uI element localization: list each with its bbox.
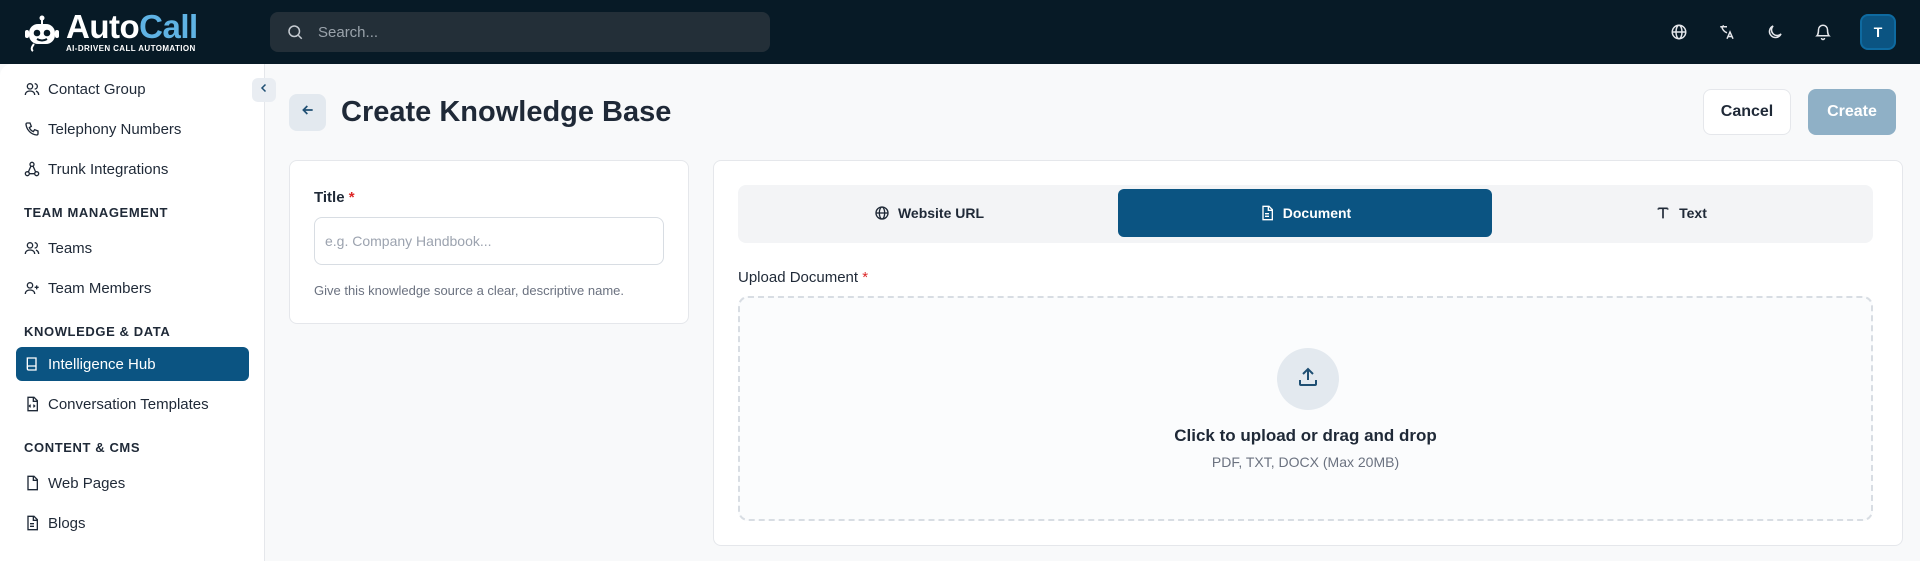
sidebar-item-label: Trunk Integrations: [48, 160, 169, 178]
sidebar-item-teams[interactable]: Teams: [16, 231, 249, 265]
sidebar-item-label: Blogs: [48, 514, 86, 532]
required-mark: *: [348, 189, 355, 206]
sidebar-item-label: Contact Group: [48, 80, 146, 98]
network-icon: [24, 161, 40, 177]
title-label-text: Title: [314, 189, 345, 206]
translate-icon[interactable]: [1716, 21, 1738, 43]
top-bar: AutoCall AI-DRIVEN CALL AUTOMATION T: [0, 0, 1920, 64]
sidebar-item-blogs[interactable]: Blogs: [16, 506, 249, 540]
document-icon: [1259, 205, 1275, 221]
bell-icon[interactable]: [1812, 21, 1834, 43]
globe-icon[interactable]: [1668, 21, 1690, 43]
arrow-left-icon: [300, 102, 316, 123]
file-code-icon: [24, 396, 40, 412]
chevron-left-icon: [258, 81, 270, 99]
sidebar-item-conversation-templates[interactable]: Conversation Templates: [16, 387, 249, 421]
title-field-label: Title *: [314, 189, 355, 206]
section-knowledge-data: KNOWLEDGE & DATA: [24, 324, 171, 339]
sidebar: Contact Group Telephony Numbers Trunk In…: [0, 64, 265, 561]
sidebar-item-web-pages[interactable]: Web Pages: [16, 466, 249, 500]
create-button[interactable]: Create: [1808, 89, 1896, 135]
source-type-tabs: Website URL Document Text: [738, 185, 1873, 243]
sidebar-item-label: Team Members: [48, 279, 152, 297]
tab-label: Text: [1679, 205, 1707, 221]
users-icon: [24, 81, 40, 97]
section-team-management: TEAM MANAGEMENT: [24, 205, 169, 220]
sidebar-item-team-members[interactable]: Team Members: [16, 271, 249, 305]
search-bar[interactable]: [270, 12, 770, 52]
upload-icon-circle: [1277, 348, 1339, 410]
tab-label: Website URL: [897, 205, 985, 221]
collapse-sidebar-button[interactable]: [252, 78, 276, 102]
user-avatar[interactable]: T: [1860, 14, 1896, 50]
users-icon: [24, 240, 40, 256]
app-logo[interactable]: AutoCall AI-DRIVEN CALL AUTOMATION: [22, 8, 202, 56]
brand-tagline: AI-DRIVEN CALL AUTOMATION: [66, 44, 196, 53]
title-hint: Give this knowledge source a clear, desc…: [314, 283, 624, 298]
search-input[interactable]: [318, 23, 738, 41]
section-content-cms: CONTENT & CMS: [24, 440, 141, 455]
top-actions: T: [1668, 0, 1920, 64]
upload-label-text: Upload Document: [738, 269, 859, 286]
sidebar-item-label: Intelligence Hub: [48, 355, 156, 373]
file-text-icon: [24, 515, 40, 531]
text-icon: [1655, 205, 1671, 221]
required-mark: *: [862, 269, 869, 286]
tab-text[interactable]: Text: [1494, 189, 1868, 237]
moon-icon[interactable]: [1764, 21, 1786, 43]
upload-document-label: Upload Document *: [738, 269, 868, 286]
upload-icon: [1296, 365, 1320, 394]
robot-logo-icon: [22, 12, 62, 52]
sidebar-item-label: Teams: [48, 239, 93, 257]
user-plus-icon: [24, 280, 40, 296]
book-icon: [24, 356, 40, 372]
brand-name-part2: Call: [139, 8, 198, 45]
cancel-button[interactable]: Cancel: [1703, 89, 1791, 135]
upload-subtitle: PDF, TXT, DOCX (Max 20MB): [1211, 454, 1400, 470]
globe-icon: [874, 205, 890, 221]
back-button[interactable]: [289, 94, 326, 131]
brand-name: AutoCall: [66, 8, 198, 45]
title-card: Title * Give this knowledge source a cle…: [289, 160, 689, 324]
sidebar-item-label: Conversation Templates: [48, 395, 209, 413]
sidebar-item-intelligence-hub[interactable]: Intelligence Hub: [16, 347, 249, 381]
file-icon: [24, 475, 40, 491]
sidebar-item-contact-group[interactable]: Contact Group: [16, 72, 249, 106]
page-title: Create Knowledge Base: [341, 96, 672, 128]
title-input[interactable]: [314, 217, 664, 265]
upload-title: Click to upload or drag and drop: [1174, 426, 1437, 445]
tab-website-url[interactable]: Website URL: [742, 189, 1116, 237]
sidebar-item-telephony-numbers[interactable]: Telephony Numbers: [16, 112, 249, 146]
tab-document[interactable]: Document: [1118, 189, 1492, 237]
phone-icon: [24, 121, 40, 137]
upload-dropzone[interactable]: Click to upload or drag and drop PDF, TX…: [738, 296, 1873, 521]
tab-label: Document: [1282, 205, 1352, 221]
sidebar-item-label: Telephony Numbers: [48, 120, 182, 138]
sidebar-item-label: Web Pages: [48, 474, 126, 492]
search-icon: [286, 23, 304, 41]
brand-name-part1: Auto: [66, 8, 140, 45]
source-card: Website URL Document Text Upload Documen…: [713, 160, 1903, 546]
sidebar-item-trunk-integrations[interactable]: Trunk Integrations: [16, 152, 249, 186]
